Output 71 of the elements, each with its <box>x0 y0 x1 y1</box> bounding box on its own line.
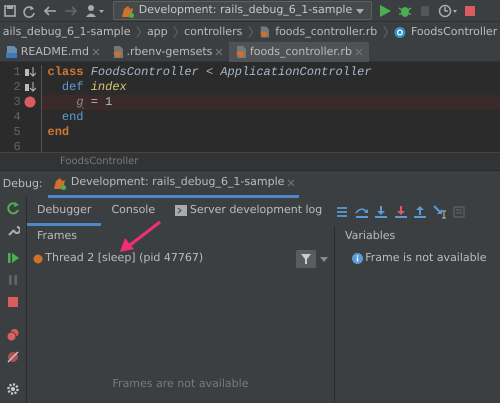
rerun-icon[interactable] <box>6 201 20 215</box>
annotation-arrow <box>118 220 162 254</box>
panel-title: Frames <box>37 228 78 244</box>
close-icon[interactable] <box>287 178 296 186</box>
run-icon[interactable] <box>378 4 392 18</box>
ruby-file-icon <box>112 45 124 59</box>
class-icon <box>394 26 406 38</box>
breadcrumb-item[interactable]: app <box>146 24 168 40</box>
evaluate-icon[interactable] <box>452 204 466 218</box>
back-icon[interactable] <box>42 4 58 18</box>
session-tab[interactable]: Development: rails_debug_6_1-sample <box>48 170 300 198</box>
debugger-tab[interactable]: Server development log <box>165 197 332 226</box>
info-message: Frame is not available <box>365 250 486 266</box>
list-icon[interactable] <box>335 204 350 218</box>
mute-breakpoints-icon[interactable] <box>6 350 20 364</box>
code-line: class FoodsController < ApplicationController <box>48 64 372 79</box>
settings-icon[interactable] <box>6 382 20 396</box>
file-tab[interactable]: foods_controller.rb <box>229 42 369 62</box>
line-number: 2 <box>12 80 21 95</box>
breakpoints-icon[interactable] <box>6 328 20 342</box>
close-icon[interactable] <box>215 48 224 56</box>
markdown-file-icon <box>6 45 18 59</box>
chevron-icon <box>248 25 254 39</box>
code-line: g = 1 <box>75 94 112 109</box>
run-configuration-dropdown[interactable]: Development: rails_debug_6_1-sample <box>113 1 372 20</box>
line-number: 4 <box>12 110 21 125</box>
code-line: end <box>48 124 70 139</box>
step-into-icon[interactable] <box>374 204 388 218</box>
breadcrumb-item[interactable]: ails_debug_6_1-sample <box>2 24 130 40</box>
file-tab[interactable]: README.md <box>0 42 106 62</box>
resume-icon[interactable] <box>6 250 20 264</box>
save-icon[interactable] <box>2 4 17 18</box>
user-icon[interactable] <box>84 4 105 18</box>
pause-icon[interactable] <box>6 272 20 286</box>
close-icon[interactable] <box>92 48 100 56</box>
file-tab[interactable]: .rbenv-gemsets <box>106 42 230 62</box>
breadcrumb-item[interactable]: controllers <box>184 24 242 40</box>
chevron-icon <box>136 25 142 39</box>
stop-icon[interactable] <box>464 4 476 16</box>
empty-message: Frames are not available <box>112 376 248 392</box>
breakpoint-icon[interactable] <box>24 96 36 108</box>
breadcrumb-item[interactable]: foods_controller.rb <box>275 24 378 40</box>
step-out-icon[interactable] <box>413 204 428 218</box>
thread-status-icon <box>32 254 42 264</box>
breadcrumb-item[interactable]: FoodsController <box>60 154 138 169</box>
ruby-file-icon <box>258 25 270 39</box>
run-to-cursor-icon[interactable] <box>432 204 447 218</box>
debug-label: Debug: <box>2 176 43 192</box>
profiler-icon[interactable] <box>438 2 458 18</box>
refresh-icon[interactable] <box>22 4 36 18</box>
line-number: 5 <box>12 124 21 140</box>
code-line: def index <box>60 80 127 94</box>
breadcrumb-item[interactable]: FoodsController <box>411 24 498 40</box>
filter-icon <box>300 252 312 264</box>
filter-button[interactable] <box>296 250 316 268</box>
force-step-into-icon[interactable] <box>394 204 408 218</box>
stop-icon[interactable] <box>6 294 20 308</box>
ruby-file-icon <box>235 45 248 59</box>
forward-icon[interactable] <box>63 4 80 18</box>
line-number: 3 <box>12 94 21 110</box>
chevron-icon <box>173 25 179 39</box>
line-number: 6 <box>12 140 21 155</box>
panel-title: Variables <box>345 228 396 244</box>
debugger-tab[interactable]: Debugger <box>27 197 102 226</box>
debugger-tab[interactable]: Console <box>101 197 166 226</box>
line-number: 1 <box>12 64 21 80</box>
console-icon <box>175 204 188 216</box>
info-icon <box>352 253 362 264</box>
code-line: end <box>60 110 84 124</box>
chevron-icon <box>382 25 388 39</box>
thread-dropdown[interactable]: Thread 2 [sleep] (pid 47767) <box>45 250 293 267</box>
